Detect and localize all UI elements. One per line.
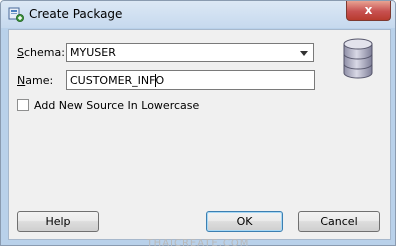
schema-label: Schema:	[17, 46, 65, 59]
create-package-dialog: Create Package x Schema: MYUSER Name: CU…	[0, 0, 396, 246]
name-label-mnemonic: N	[17, 74, 26, 87]
lowercase-checkbox[interactable]	[17, 99, 29, 111]
cancel-label: Cancel	[320, 215, 358, 228]
ok-button[interactable]: OK	[206, 211, 283, 232]
cancel-button[interactable]: Cancel	[298, 211, 380, 232]
close-icon: x	[364, 3, 373, 17]
package-icon	[8, 7, 24, 22]
schema-label-rest: chema:	[23, 46, 65, 59]
name-value: CUSTOMER_INFO	[70, 74, 165, 87]
window-title: Create Package	[29, 7, 123, 21]
name-label: Name:	[17, 74, 53, 87]
name-input[interactable]: CUSTOMER_INFO	[66, 70, 315, 90]
text-caret	[155, 74, 156, 87]
chevron-down-icon[interactable]	[300, 51, 308, 56]
name-label-rest: ame:	[25, 74, 54, 87]
watermark: THAICREATE.COM	[146, 238, 250, 249]
schema-value: MYUSER	[70, 46, 116, 59]
dialog-body: Schema: MYUSER Name: CUSTOMER_INFO Add N…	[8, 29, 391, 240]
ok-label: OK	[236, 215, 253, 228]
lowercase-label[interactable]: Add New Source In Lowercase	[34, 99, 199, 112]
close-button[interactable]: x	[346, 1, 391, 21]
schema-select[interactable]: MYUSER	[66, 43, 314, 62]
database-icon	[343, 38, 373, 79]
schema-label-mnemonic: S	[17, 46, 24, 59]
help-button[interactable]: Help	[17, 211, 99, 232]
help-label: Help	[45, 215, 71, 228]
title-bar[interactable]: Create Package x	[1, 1, 395, 28]
